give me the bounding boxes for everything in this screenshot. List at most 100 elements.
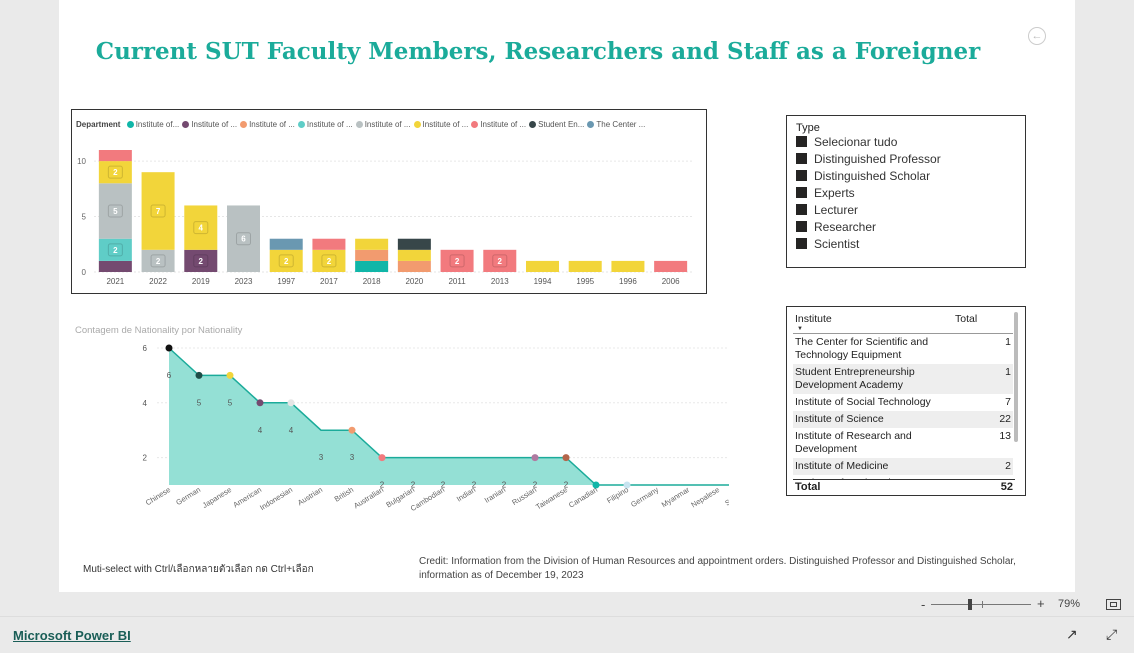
bar-segment [355,238,389,250]
institute-name: Institute of Medicine [795,460,889,472]
expand-icon[interactable]: ⤢ [1106,626,1117,643]
bar-segment [98,260,132,272]
total-value: 52 [1000,481,1013,493]
zoom-in-button[interactable]: + [1037,596,1045,611]
y-tick-label: 4 [143,399,148,408]
slicer-item-label: Selecionar tudo [814,135,898,149]
data-point [256,399,264,407]
x-tick-label: Iranian [483,485,507,505]
institute-total: 22 [999,413,1011,425]
y-tick-label: 0 [82,268,87,277]
slicer-item[interactable]: Researcher [787,219,1025,236]
data-point [378,454,386,462]
share-icon[interactable]: ↗ [1066,626,1078,643]
x-tick-label: Filipino [605,485,630,505]
x-tick-label: Canadian [567,485,599,510]
slicer-item[interactable]: Distinguished Professor [787,151,1025,168]
x-tick-label: Myanmar [660,485,692,509]
slicer-item[interactable]: Distinguished Scholar [787,168,1025,185]
x-tick-label: British [333,485,355,504]
zoom-slider-midmark [982,601,983,608]
slicer-item[interactable]: Selecionar tudo [787,134,1025,151]
checkbox-icon[interactable] [796,221,807,232]
checkbox-icon[interactable] [796,153,807,164]
data-label: 5 [113,207,118,216]
y-tick-label: 6 [143,344,148,353]
column-header-total[interactable]: Total [955,313,977,325]
data-label: 2 [327,257,332,266]
slicer-item-label: Scientist [814,237,860,251]
data-point [226,371,234,379]
slicer-item[interactable]: Lecturer [787,202,1025,219]
slicer-item-label: Lecturer [814,203,859,217]
column-header-institute[interactable]: Institute [795,313,832,325]
data-label: 2 [498,257,503,266]
sort-desc-icon[interactable]: ▼ [797,326,803,332]
power-bi-link[interactable]: Microsoft Power BI [13,628,131,643]
institute-name: Student Entrepreneurship Development Aca… [795,366,915,391]
fit-to-page-icon[interactable] [1106,599,1121,610]
type-slicer[interactable]: Type Selecionar tudo Distinguished Profes… [786,115,1026,268]
checkbox-icon[interactable] [796,238,807,249]
bar-segment [611,260,645,272]
table-row[interactable]: Institute of Research and Development 13 [793,428,1013,458]
table-scrollbar[interactable] [1014,312,1018,442]
checkbox-icon[interactable] [796,187,807,198]
slicer-item-label: Researcher [814,220,877,234]
bar-chart-svg[interactable]: 0 5 10 2 5 2 2021 2 7 2022 2 4 2019 6 2023 2 1997 2 2017 20… [72,110,706,293]
bar-segment [355,249,389,261]
bar-segment [526,260,559,272]
institute-table[interactable]: Institute Total ▼ The Center for Scienti… [786,306,1026,496]
slicer-item[interactable]: Scientist [787,236,1025,253]
institute-name: The Center for Scientific and Technology… [795,336,929,361]
data-label: 4 [289,426,294,435]
zoom-slider-thumb[interactable] [968,599,972,610]
data-point [348,426,356,434]
slicer-item[interactable]: Experts [787,185,1025,202]
data-label: 5 [197,398,202,407]
data-label: 7 [156,207,161,216]
x-tick-label: 1994 [534,277,552,286]
bar-segment [98,150,132,162]
institute-name: Institute of Science [795,413,884,425]
x-tick-label: 2018 [363,277,381,286]
bar-segment [568,260,602,272]
table-row[interactable]: The Center for Scientific and Technology… [793,334,1013,364]
institute-total: 7 [1005,396,1011,408]
bar-segment [312,238,346,250]
table-row[interactable]: Institute of Science 22 [793,411,1013,428]
zoom-out-button[interactable]: - [921,597,925,612]
x-tick-label: Swedish [723,485,729,508]
data-label: 3 [350,453,355,462]
data-label: 2 [455,257,460,266]
zoom-slider[interactable] [931,604,1031,605]
back-icon[interactable]: ← [1028,27,1046,45]
bar-segment [397,249,431,261]
institute-name: Institute of Social Technology [795,396,931,408]
data-point [287,399,295,407]
institute-total: 2 [1005,460,1011,472]
slicer-item-label: Distinguished Scholar [814,169,931,183]
x-tick-label: 2019 [192,277,210,286]
footer-bar [0,616,1134,653]
checkbox-icon[interactable] [796,136,807,147]
area-fill [169,348,729,485]
x-tick-label: Indonesian [258,485,294,512]
checkbox-icon[interactable] [796,204,807,215]
table-row[interactable]: Student Entrepreneurship Development Aca… [793,364,1013,394]
bar-segment [397,260,431,272]
data-point [165,344,173,352]
y-tick-label: 2 [143,454,148,463]
nationality-area-chart[interactable]: 2466Chinese5German5Japanese4American4Ind… [69,335,729,535]
x-tick-label: Austrian [296,485,324,507]
institute-total: 1 [1005,366,1011,378]
x-tick-label: Indian [455,485,477,503]
department-bar-chart[interactable]: Department Institute of... Institute of .… [71,109,707,294]
table-row[interactable]: Institute of Social Technology 7 [793,394,1013,411]
checkbox-icon[interactable] [796,170,807,181]
institute-total: 1 [1005,336,1011,348]
table-row[interactable]: Institute of Medicine 2 [793,458,1013,475]
total-label: Total [795,481,821,493]
y-tick-label: 10 [77,157,86,166]
data-point [562,454,570,462]
